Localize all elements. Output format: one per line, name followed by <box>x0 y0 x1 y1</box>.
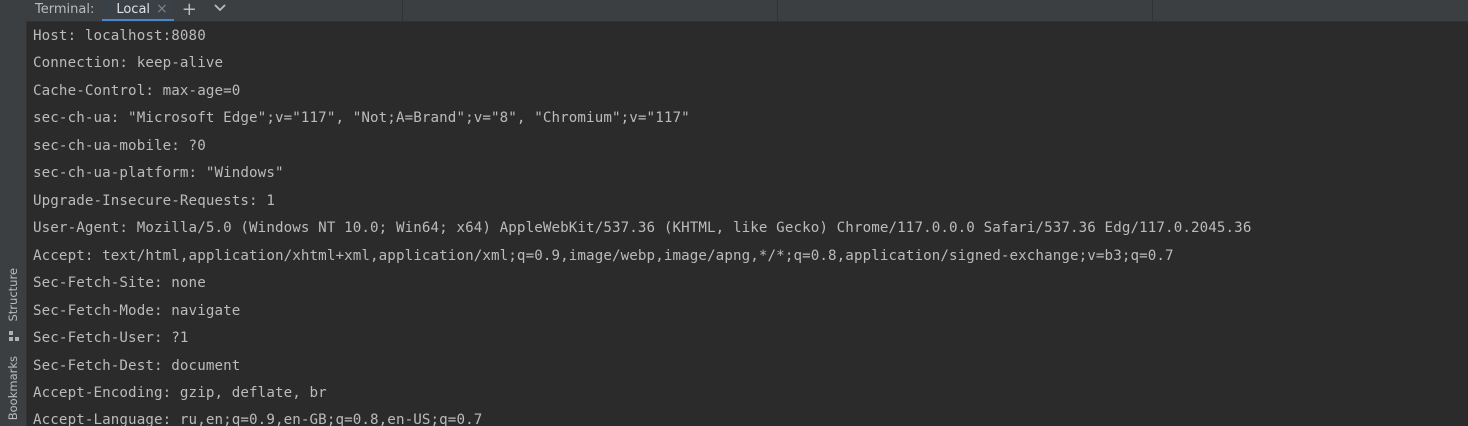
terminal-line: Accept-Language: ru,en;q=0.9,en-GB;q=0.8… <box>33 412 483 426</box>
chevron-down-glyph <box>214 4 226 12</box>
terminal-line: sec-ch-ua-platform: "Windows" <box>33 165 284 181</box>
terminal-line: Sec-Fetch-Dest: document <box>33 358 241 374</box>
structure-icon[interactable] <box>8 330 20 342</box>
terminal-line: Upgrade-Insecure-Requests: 1 <box>33 193 275 209</box>
tab-divider <box>777 0 778 21</box>
terminal-output[interactable]: Host: localhost:8080 Connection: keep-al… <box>27 22 1468 426</box>
terminal-tab-bar: Terminal: Local × + <box>26 0 1468 22</box>
terminal-line: sec-ch-ua: "Microsoft Edge";v="117", "No… <box>33 110 690 126</box>
chevron-down-icon[interactable] <box>205 0 235 21</box>
left-tool-strip: Structure Bookmarks <box>0 0 27 426</box>
tab-divider <box>402 0 403 21</box>
bookmarks-tool-button[interactable]: Bookmarks <box>3 356 23 426</box>
structure-label: Structure <box>6 268 20 322</box>
tool-window-title: Terminal: <box>35 2 95 17</box>
terminal-line: Sec-Fetch-User: ?1 <box>33 330 189 346</box>
terminal-line: Sec-Fetch-Mode: navigate <box>33 303 241 319</box>
new-tab-plus-icon[interactable]: + <box>174 1 205 21</box>
terminal-line: Accept-Encoding: gzip, deflate, br <box>33 385 327 401</box>
terminal-tool-window: Structure Bookmarks Terminal: Local × + … <box>0 0 1468 426</box>
terminal-line: Accept: text/html,application/xhtml+xml,… <box>33 248 1174 264</box>
tab-local[interactable]: Local × <box>102 0 175 21</box>
terminal-line: Connection: keep-alive <box>33 55 224 71</box>
terminal-line: Cache-Control: max-age=0 <box>33 83 241 99</box>
bookmarks-label: Bookmarks <box>6 356 20 421</box>
terminal-line: User-Agent: Mozilla/5.0 (Windows NT 10.0… <box>33 220 1252 236</box>
close-tab-icon[interactable]: × <box>156 2 168 17</box>
terminal-line: Sec-Fetch-Site: none <box>33 275 206 291</box>
tab-divider <box>1152 0 1153 21</box>
structure-tool-button[interactable]: Structure <box>3 264 23 326</box>
tab-local-label: Local <box>116 2 151 17</box>
terminal-line: Host: localhost:8080 <box>33 28 206 44</box>
terminal-line: sec-ch-ua-mobile: ?0 <box>33 138 206 154</box>
